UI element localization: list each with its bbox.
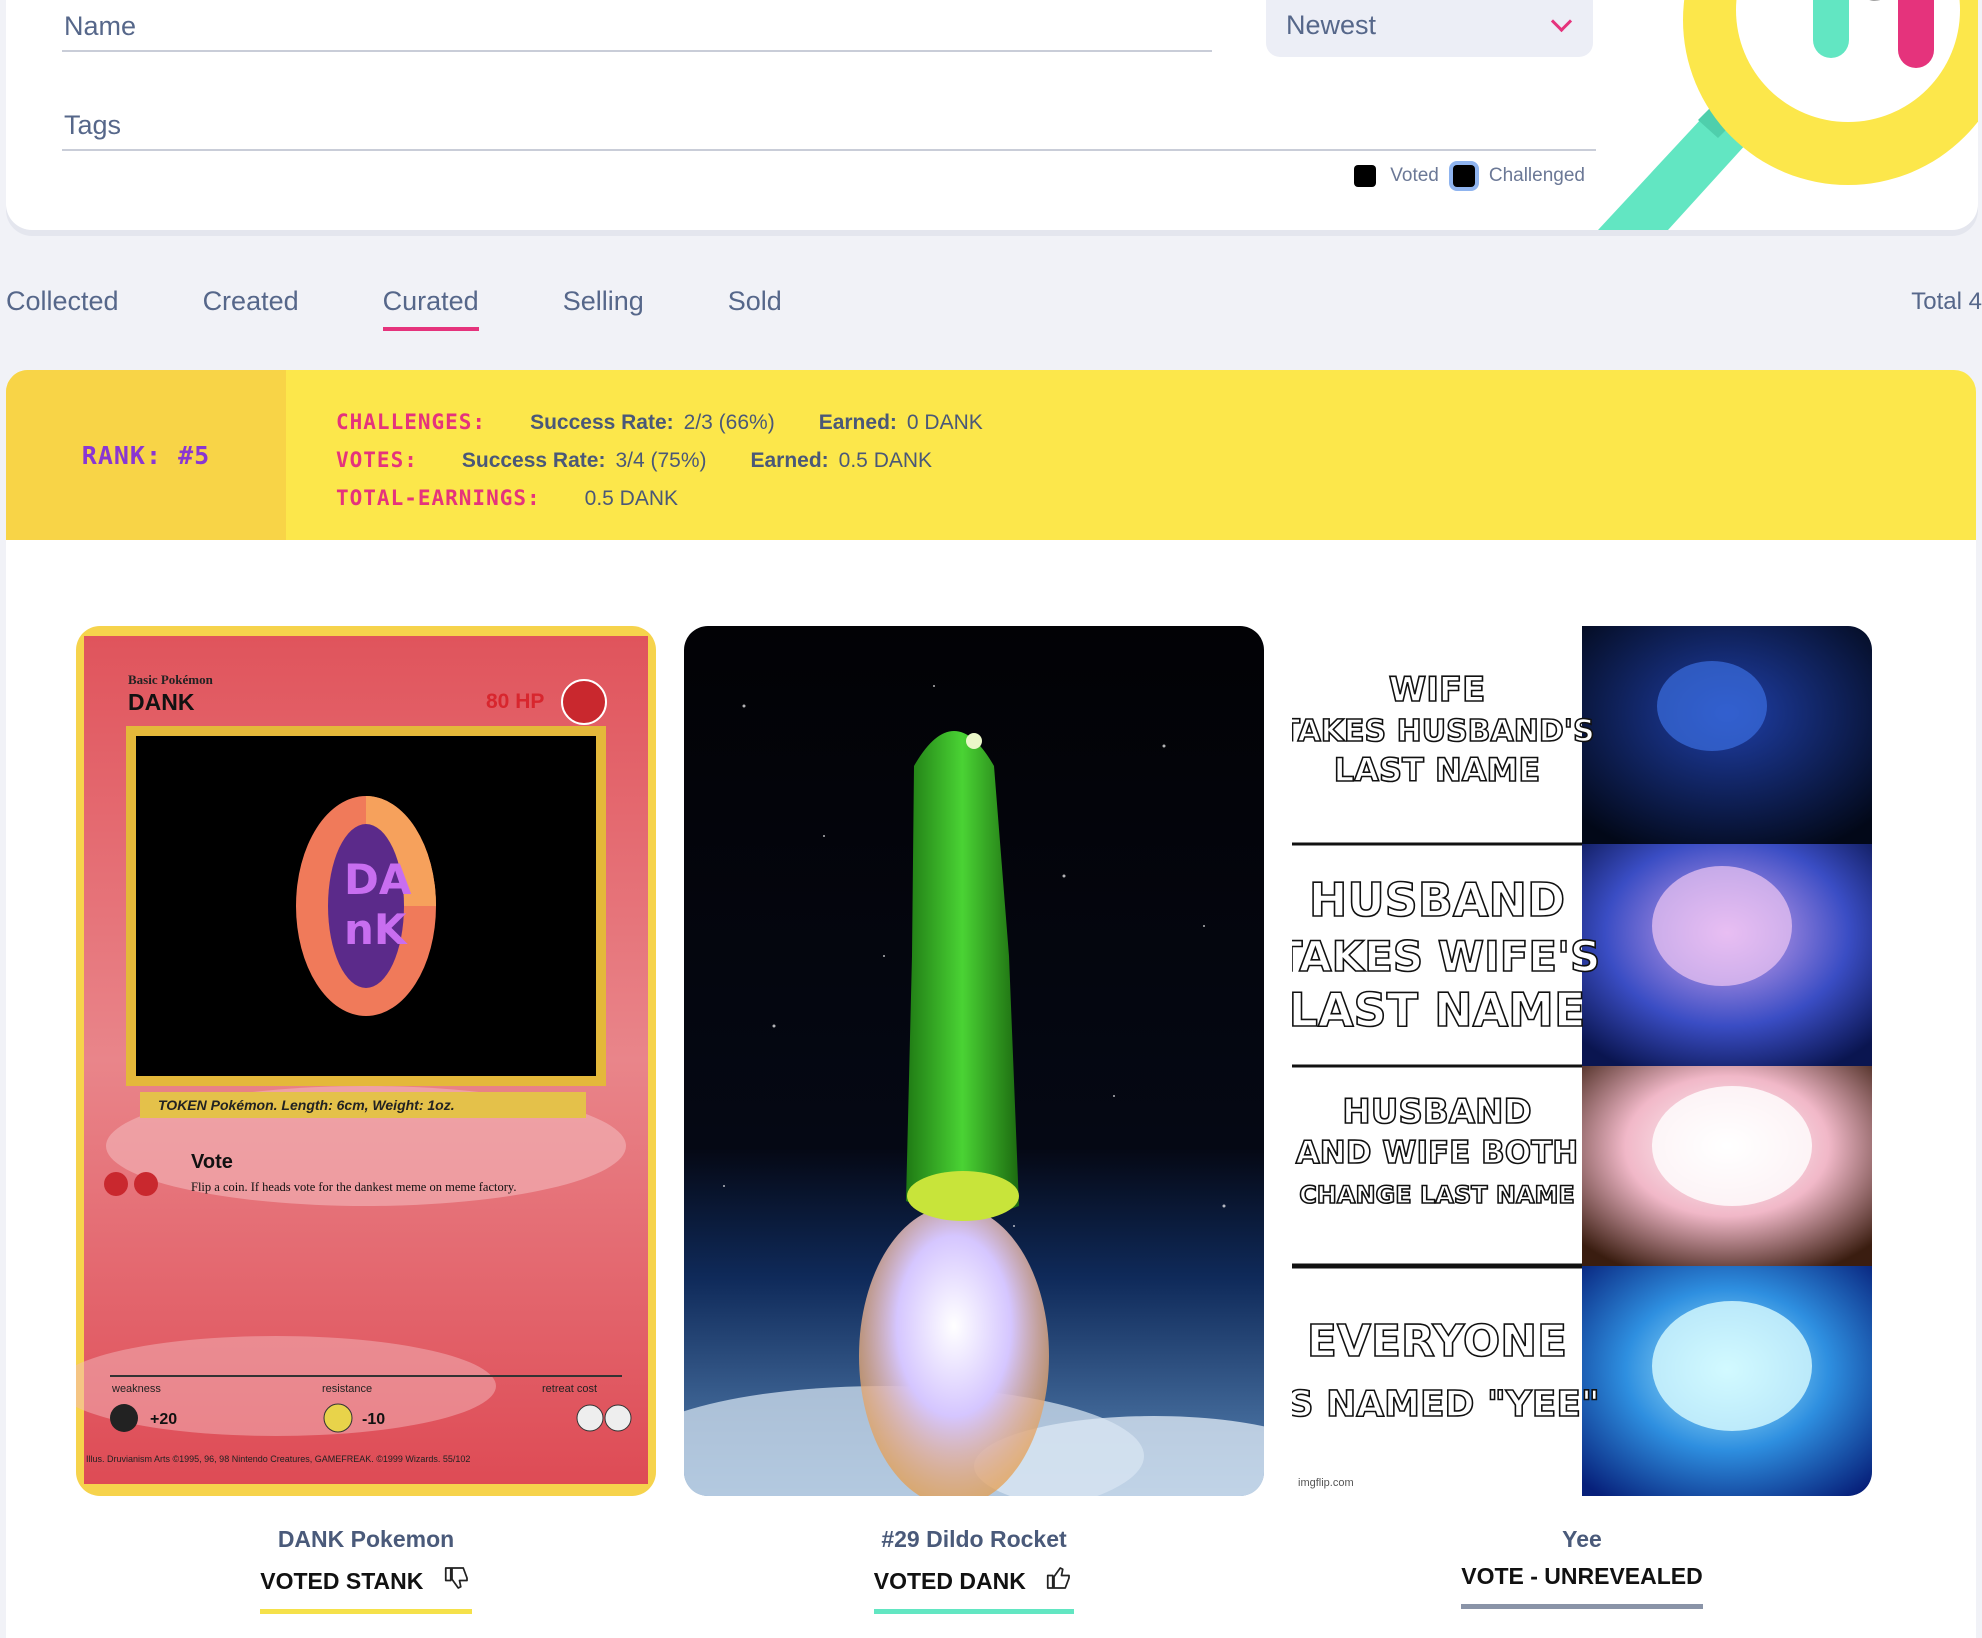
meme-card-dank-pokemon[interactable]: Basic Pokémon DANK 80 HP DA nK TOKEN Pok… [76, 626, 656, 1496]
challenges-earned-label: Earned: [818, 411, 897, 434]
dank-logo-bottom: nK [344, 905, 408, 954]
thumbs-down-icon[interactable] [442, 1563, 472, 1593]
panel-4-line-1: EVERYONE [1307, 1316, 1567, 1367]
tab-sold[interactable]: Sold [728, 286, 782, 331]
voted-checkbox-box[interactable] [1354, 165, 1377, 187]
pokemon-hp: 80 HP [486, 690, 544, 713]
attack-energy-icon [104, 1172, 128, 1196]
pokemon-card-image: Basic Pokémon DANK 80 HP DA nK TOKEN Pok… [76, 626, 656, 1496]
fire-energy-icon [561, 679, 607, 725]
meme-caption-yee: Yee VOTE - UNREVEALED [1292, 1526, 1872, 1609]
panel-1-line-2: TAKES HUSBAND'S [1292, 714, 1595, 749]
dank-logo-top: DA [344, 855, 412, 904]
sort-select[interactable]: Newest [1266, 0, 1593, 57]
rocket-meme-image [684, 626, 1264, 1496]
weakness-label: weakness [111, 1383, 161, 1395]
tab-bar: Collected Created Curated Selling Sold [6, 286, 866, 331]
challenges-row: CHALLENGES: Success Rate: 2/3 (66%) Earn… [336, 410, 983, 435]
weakness-value: +20 [150, 1411, 177, 1428]
stats-banner: RANK: #5 CHALLENGES: Success Rate: 2/3 (… [6, 370, 1976, 540]
challenged-checkbox-box[interactable] [1452, 165, 1475, 187]
pokemon-info: TOKEN Pokémon. Length: 6cm, Weight: 1oz. [158, 1097, 455, 1113]
total-earnings-row: TOTAL-EARNINGS: 0.5 DANK [336, 486, 678, 511]
imgflip-watermark: imgflip.com [1298, 1477, 1354, 1489]
pokemon-name: DANK [128, 689, 195, 715]
total-count: Total 4 [1911, 288, 1982, 315]
total-earnings-key: TOTAL-EARNINGS: [336, 486, 541, 510]
tab-selling[interactable]: Selling [563, 286, 644, 331]
colorless-energy-icon [576, 1404, 604, 1432]
votes-row: VOTES: Success Rate: 3/4 (75%) Earned: 0… [336, 448, 932, 473]
name-placeholder: Name [64, 11, 137, 41]
sort-value: Newest [1286, 10, 1377, 40]
attack-description: Flip a coin. If heads vote for the danke… [191, 1180, 516, 1194]
tab-created[interactable]: Created [203, 286, 299, 331]
vote-status: VOTED STANK [260, 1563, 472, 1614]
meme-caption-rocket: #29 Dildo Rocket VOTED DANK [684, 1526, 1264, 1614]
meme-title[interactable]: Yee [1292, 1526, 1872, 1553]
resistance-value: -10 [362, 1411, 385, 1428]
challenges-earned-value: 0 DANK [906, 411, 983, 434]
dark-energy-icon [110, 1404, 138, 1432]
panel-2-line-1: HUSBAND [1309, 873, 1565, 927]
rank-label: RANK: #5 [81, 440, 211, 470]
total-earnings-value: 0.5 DANK [584, 487, 679, 510]
vote-status-label: VOTED STANK [260, 1568, 424, 1594]
panel-4-line-2: IS NAMED "YEE" [1292, 1384, 1600, 1425]
tab-collected[interactable]: Collected [6, 286, 119, 331]
voted-checkbox-label: Voted [1390, 165, 1439, 186]
panel-1-line-3: LAST NAME [1334, 751, 1540, 789]
lightning-energy-icon [323, 1403, 353, 1433]
panel-2-line-3: LAST NAME [1292, 983, 1585, 1037]
retreat-label: retreat cost [542, 1383, 597, 1395]
meme-card-rocket[interactable] [684, 626, 1264, 1496]
votes-earned-label: Earned: [750, 449, 829, 472]
challenges-success-label: Success Rate: [530, 411, 674, 434]
vote-status: VOTED DANK [873, 1563, 1075, 1614]
challenges-success-value: 2/3 (66%) [683, 411, 775, 434]
attack-name: Vote [191, 1151, 233, 1173]
challenged-checkbox[interactable]: Challenged [1452, 165, 1585, 187]
pokemon-stage: Basic Pokémon [128, 672, 214, 687]
tab-curated[interactable]: Curated [382, 286, 479, 331]
challenged-checkbox-label: Challenged [1488, 165, 1585, 186]
vote-status-label: VOTED DANK [873, 1568, 1026, 1594]
votes-success-value: 3/4 (75%) [615, 449, 707, 472]
votes-earned-value: 0.5 DANK [838, 449, 933, 472]
name-input[interactable]: Name [62, 0, 1212, 52]
attack-energy-icon [134, 1172, 158, 1196]
panel-3-line-2: AND WIFE BOTH [1296, 1135, 1578, 1171]
votes-success-label: Success Rate: [461, 449, 606, 472]
voted-checkbox[interactable]: Voted [1354, 165, 1439, 187]
meme-caption-dank-pokemon: DANK Pokemon VOTED STANK [76, 1526, 656, 1614]
panel-3-line-1: HUSBAND [1342, 1092, 1531, 1132]
panel-3-line-3: CHANGE LAST NAME [1299, 1181, 1575, 1209]
tags-placeholder: Tags [64, 110, 122, 140]
meme-card-yee[interactable]: WIFE TAKES HUSBAND'S LAST NAME HUSBAND T… [1292, 626, 1872, 1496]
colorless-energy-icon [604, 1404, 632, 1432]
filter-checkboxes: Voted Challenged [1354, 165, 1585, 187]
chevron-down-icon [1550, 10, 1573, 33]
meme-title[interactable]: DANK Pokemon [76, 1526, 656, 1553]
tags-input[interactable]: Tags [62, 65, 1596, 151]
challenges-key: CHALLENGES: [336, 410, 487, 434]
meme-title[interactable]: #29 Dildo Rocket [684, 1526, 1264, 1553]
vote-status: VOTE - UNREVEALED [1461, 1563, 1703, 1609]
vote-status-label: VOTE - UNREVEALED [1461, 1563, 1703, 1589]
thumbs-up-icon[interactable] [1044, 1563, 1074, 1593]
magnifier-logo-icon [1598, 0, 1978, 230]
pokemon-footer: Illus. Druvianism Arts ©1995, 96, 98 Nin… [86, 1454, 470, 1464]
resistance-label: resistance [322, 1383, 372, 1395]
filter-card: Name Tags Newest Voted Challenged [6, 0, 1978, 230]
panel-1-line-1: WIFE [1389, 670, 1486, 710]
panel-2-line-2: TAKES WIFE'S [1292, 932, 1600, 981]
votes-key: VOTES: [336, 448, 418, 472]
rank-box: RANK: #5 [6, 370, 286, 540]
expanding-brain-meme-image: WIFE TAKES HUSBAND'S LAST NAME HUSBAND T… [1292, 626, 1872, 1496]
